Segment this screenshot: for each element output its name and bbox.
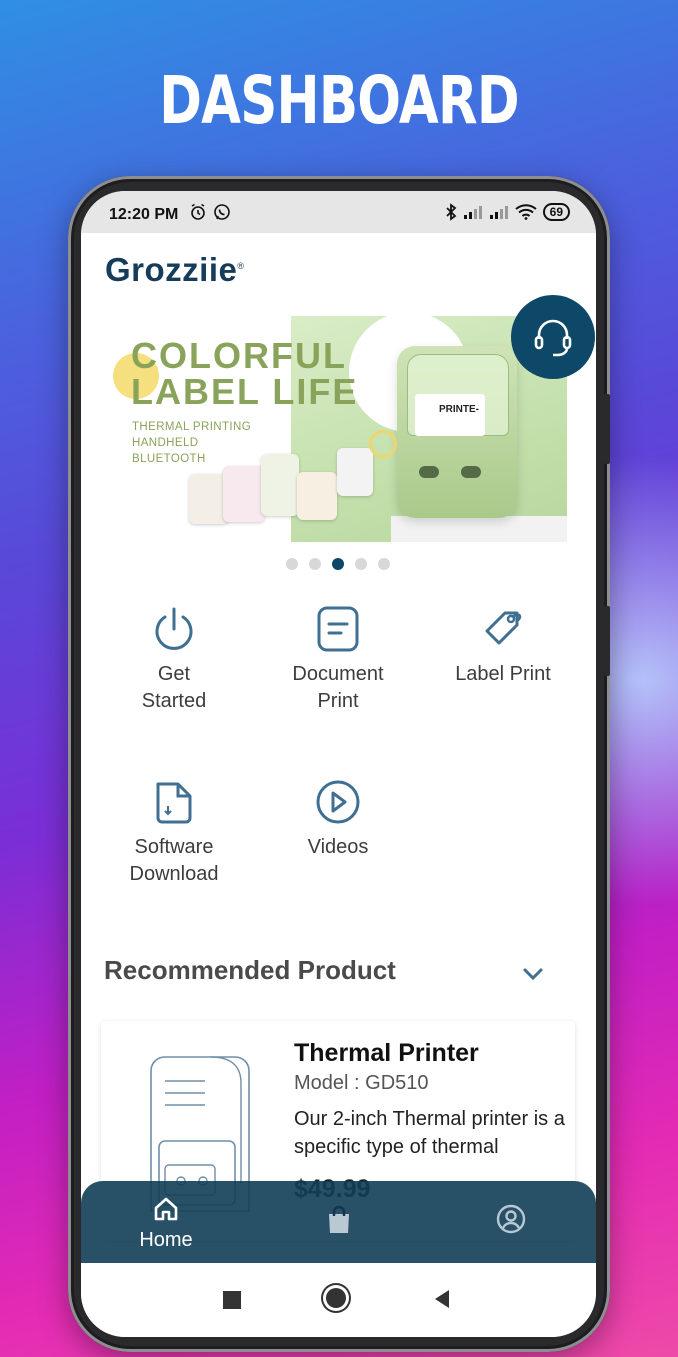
power-button (604, 606, 610, 676)
banner-title: COLORFUL LABEL LIFE (131, 335, 359, 412)
account-icon (496, 1204, 526, 1234)
system-navigation-bar (81, 1263, 596, 1337)
nav-account[interactable] (493, 1203, 529, 1241)
nav-home[interactable]: Home (129, 1195, 203, 1252)
printer-pedestal (391, 516, 567, 542)
shopping-bag-icon (329, 1205, 349, 1233)
signal-icon (489, 206, 508, 219)
bottom-navigation: Home (81, 1181, 596, 1263)
whatsapp-icon (214, 204, 230, 220)
product-description: Our 2-inch Thermal printer is a specific… (294, 1108, 565, 1158)
carousel-dot[interactable] (355, 558, 367, 570)
banner-ring-decoration (369, 430, 397, 458)
status-bar: 12:20 PM 69 (81, 191, 596, 233)
home-system-button[interactable] (326, 1288, 346, 1308)
document-icon (317, 606, 359, 652)
tag-icon (485, 611, 522, 645)
battery-indicator: 69 (542, 203, 570, 221)
headset-icon (534, 319, 572, 357)
page-headline: DASHBOARD (159, 62, 519, 139)
signal-icon (463, 206, 482, 219)
label-roll (337, 448, 373, 496)
power-icon (155, 607, 193, 650)
menu-get-started[interactable]: Get Started (92, 605, 256, 715)
menu-software-download[interactable]: Software Download (92, 778, 256, 888)
status-time: 12:20 PM (109, 206, 179, 223)
bluetooth-icon (446, 203, 457, 221)
carousel-dot-active[interactable] (332, 558, 344, 570)
home-icon (154, 1197, 178, 1221)
nav-shop[interactable] (321, 1205, 357, 1241)
section-title-recommended: Recommended Product (104, 955, 396, 985)
play-icon (316, 780, 360, 824)
file-download-icon (156, 782, 192, 824)
chevron-down-icon[interactable] (521, 962, 545, 986)
printer-button (419, 466, 439, 478)
menu-document-print[interactable]: Document Print (256, 605, 420, 715)
promo-banner[interactable]: COLORFUL LABEL LIFE THERMAL PRINTING HAN… (101, 316, 567, 542)
printer-product-image: PRINTE- (397, 346, 517, 518)
product-name: Thermal Printer (294, 1039, 479, 1067)
carousel-dot[interactable] (309, 558, 321, 570)
carousel-indicator (286, 558, 390, 570)
brand-logo: Grozziie® (105, 251, 245, 288)
printer-paper: PRINTE- (415, 394, 485, 436)
customer-support-button[interactable] (511, 295, 595, 379)
menu-videos[interactable]: Videos (256, 778, 420, 861)
nav-home-label: Home (139, 1229, 193, 1251)
product-model: Model : GD510 (294, 1072, 429, 1094)
label-roll (223, 466, 265, 522)
banner-subtitle: THERMAL PRINTING HANDHELD BLUETOOTH (132, 421, 252, 465)
label-roll (261, 454, 299, 516)
menu-label-print[interactable]: Label Print (421, 605, 585, 688)
volume-button (604, 394, 610, 464)
phone-screen: 12:20 PM 69 Grozziie® COLORFUL LABEL LIF… (81, 191, 596, 1337)
wifi-icon (515, 204, 537, 220)
carousel-dot[interactable] (286, 558, 298, 570)
carousel-dot[interactable] (378, 558, 390, 570)
printer-button (461, 466, 481, 478)
recent-apps-button[interactable] (223, 1291, 241, 1309)
label-roll (297, 472, 337, 520)
alarm-icon (191, 203, 205, 220)
back-button[interactable] (433, 1289, 451, 1309)
